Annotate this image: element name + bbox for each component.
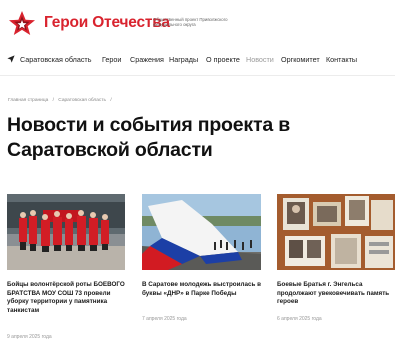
news-card-image-volunteers[interactable] — [7, 194, 125, 270]
nav-item-orgcommittee[interactable]: Оргкомитет — [281, 55, 320, 64]
nav-item-contacts[interactable]: Контакты — [326, 55, 357, 64]
news-card-date: 9 апреля 2025 года — [7, 334, 52, 340]
site-title[interactable]: Герои Отечества — [44, 14, 170, 32]
breadcrumb-separator: / — [52, 98, 54, 103]
site-header: Герои Отечества Общественный проект Прив… — [0, 0, 395, 44]
news-card-image-memorial[interactable] — [277, 194, 395, 270]
main-nav: Саратовская область Герои Сражения Награ… — [0, 44, 395, 76]
breadcrumb: Главная страница / Саратовская область / — [8, 98, 115, 103]
volunteers-photo — [7, 194, 125, 270]
site-subtitle: Общественный проект Приволжского федерал… — [153, 17, 228, 28]
news-card-title[interactable]: В Саратове молодежь выстроилась в буквы … — [142, 281, 262, 298]
news-card-title[interactable]: Боевые Братья г. Энгельса продолжают уве… — [277, 281, 395, 307]
flag-parade-photo — [142, 194, 261, 270]
breadcrumb-home[interactable]: Главная страница — [8, 98, 48, 103]
news-card-title[interactable]: Бойцы волонтёрской роты БОЕВОГО БРАТСТВА… — [7, 281, 127, 315]
location-arrow-icon — [7, 55, 15, 63]
star-logo-icon[interactable] — [6, 10, 38, 36]
nav-item-news[interactable]: Новости — [246, 55, 274, 64]
nav-item-battles[interactable]: Сражения — [130, 55, 164, 64]
page-title: Новости и события проекта в Саратовской … — [7, 114, 290, 161]
news-card-image-flag[interactable] — [142, 194, 261, 270]
nav-item-heroes[interactable]: Герои — [102, 55, 121, 64]
news-card-date: 7 апреля 2025 года — [142, 316, 187, 322]
region-selector[interactable]: Саратовская область — [20, 55, 91, 64]
breadcrumb-region[interactable]: Саратовская область — [58, 98, 106, 103]
memorial-stand-photo — [277, 194, 395, 270]
nav-item-about[interactable]: О проекте — [206, 55, 240, 64]
breadcrumb-separator: / — [110, 98, 112, 103]
nav-item-awards[interactable]: Награды — [169, 55, 198, 64]
news-card-date: 6 апреля 2025 года — [277, 316, 322, 322]
